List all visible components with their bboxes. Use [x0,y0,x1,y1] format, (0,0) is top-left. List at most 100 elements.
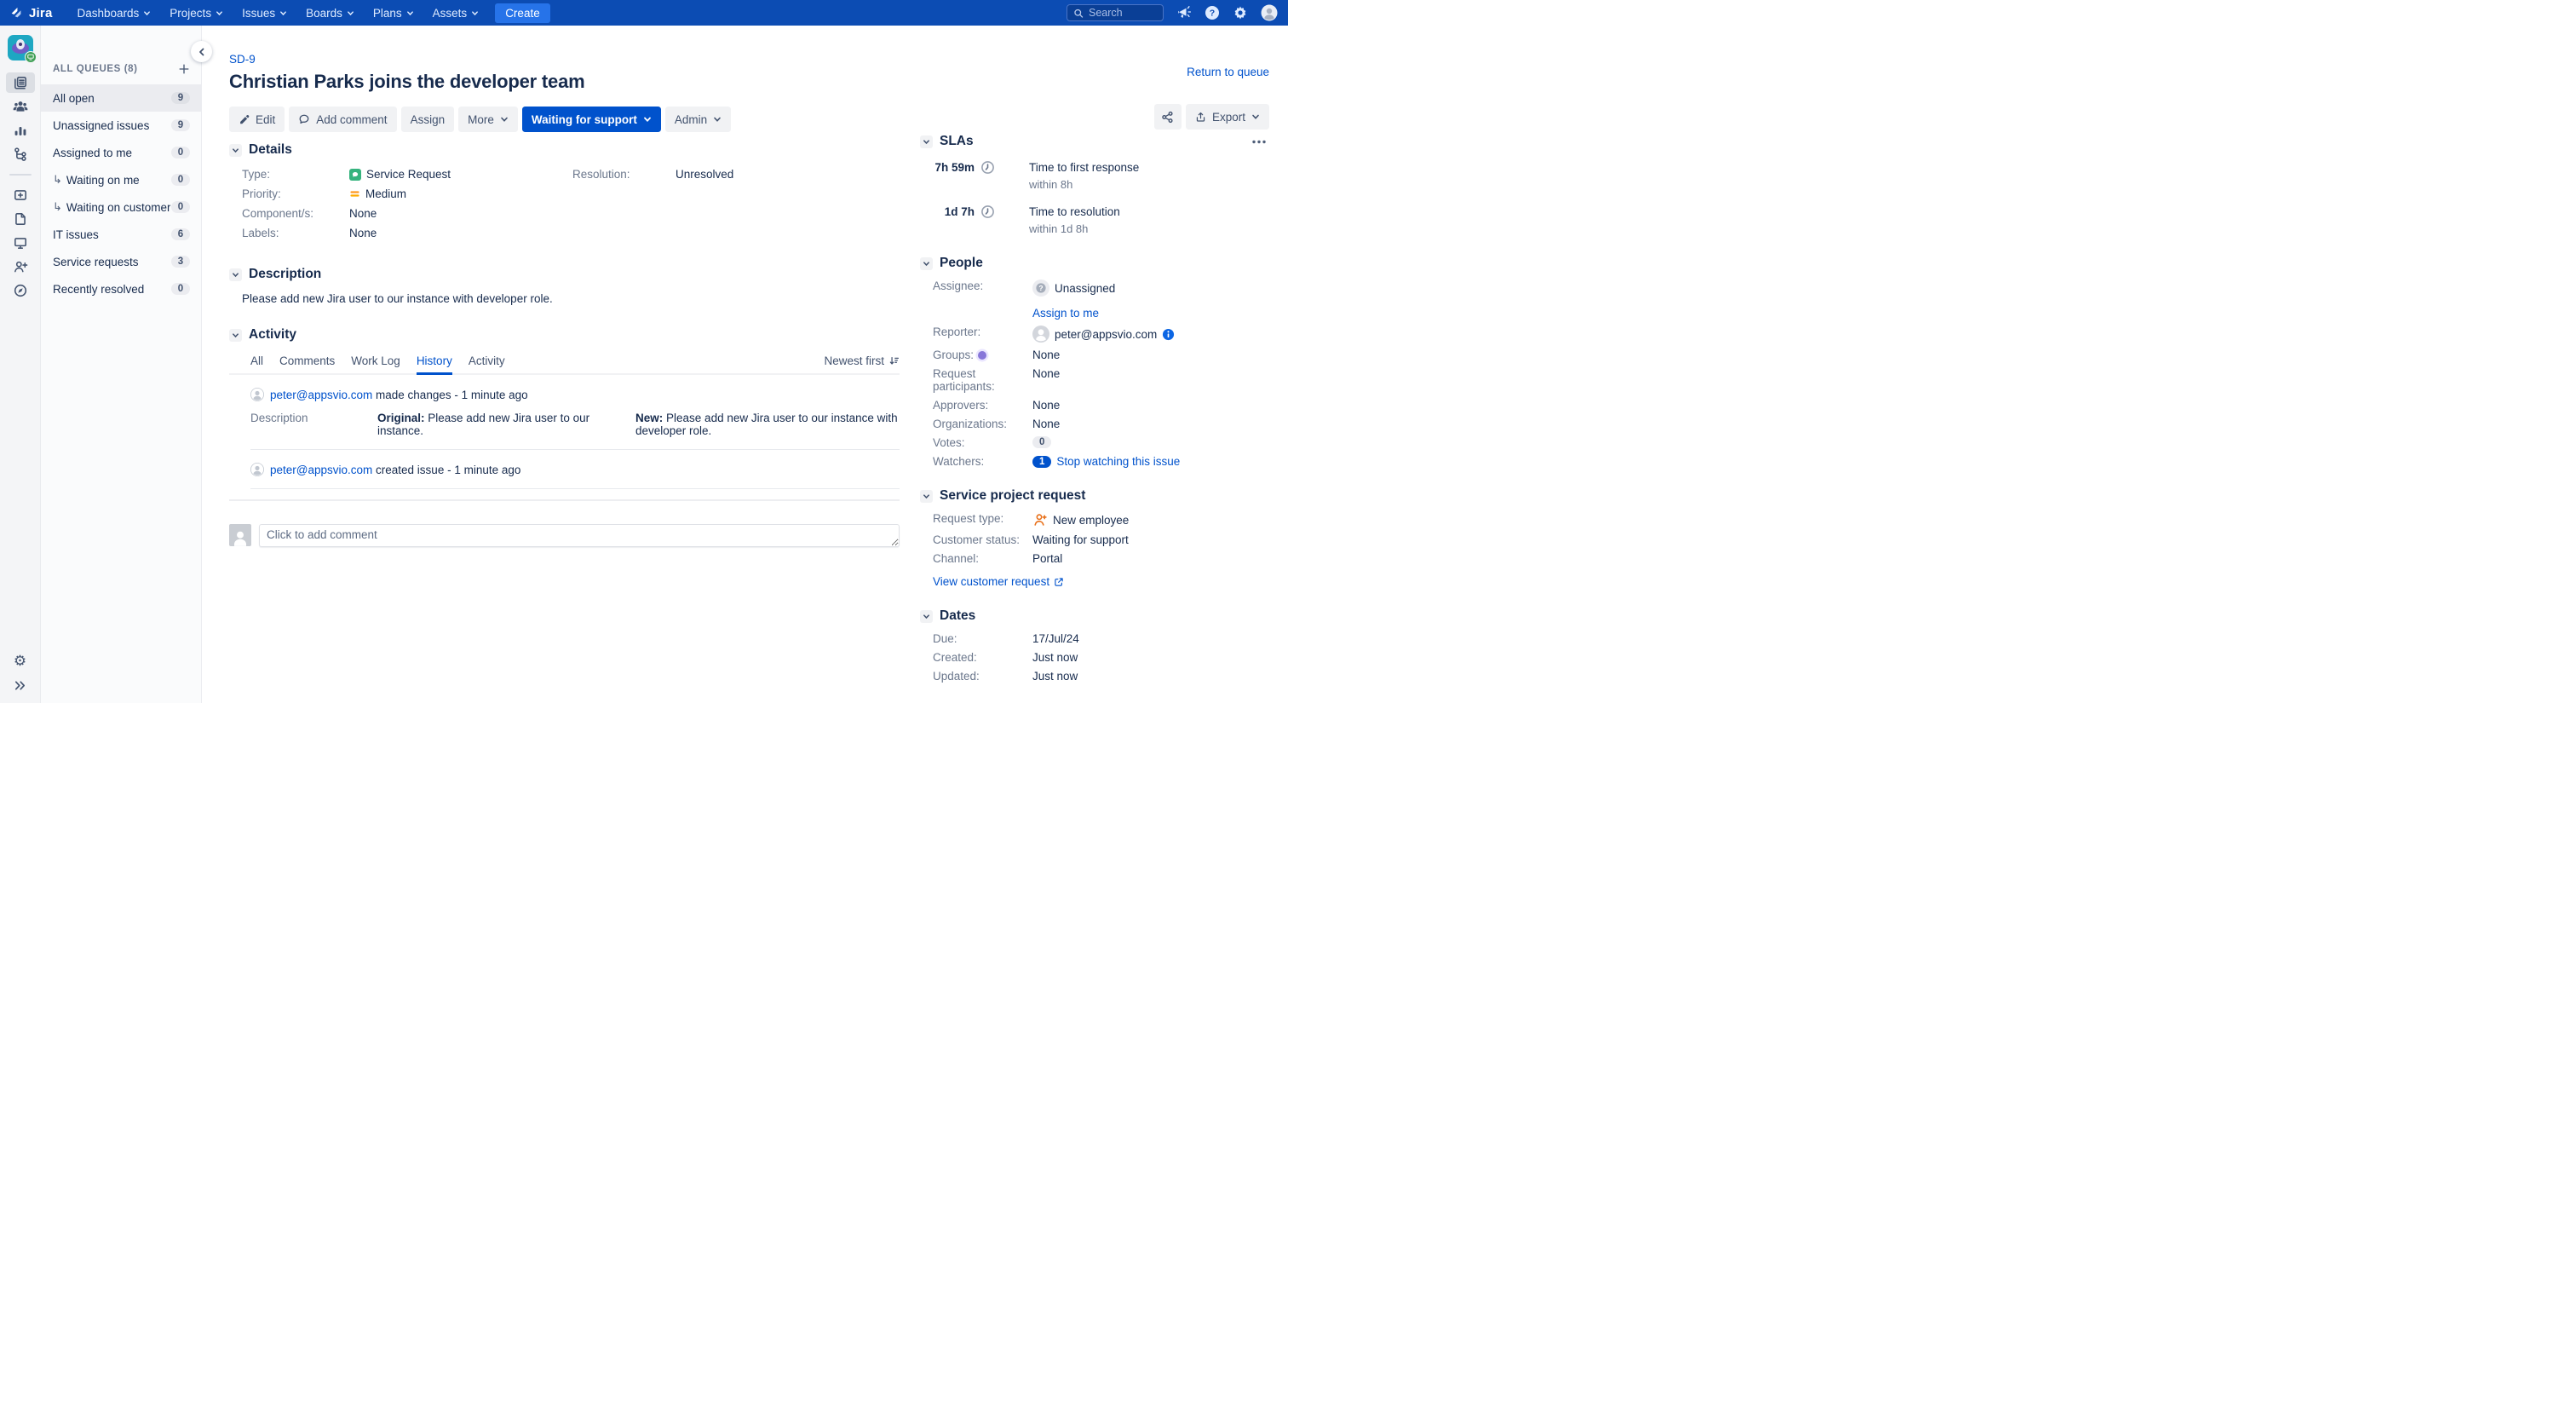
chevron-down-icon [643,117,651,123]
sidebar-collapse-button[interactable] [191,41,212,62]
people-collapse-button[interactable] [920,256,933,270]
help-button[interactable]: ? [1205,5,1220,20]
description-heading: Description [249,267,322,281]
invite-team-icon [14,261,27,273]
tab-comments[interactable]: Comments [279,354,335,373]
organizations-row: Organizations: None [933,418,1269,430]
export-icon [1196,112,1205,122]
announcements-button[interactable] [1176,5,1192,20]
rail-channels-button[interactable] [6,233,35,253]
channel-value: Portal [1032,552,1063,565]
global-search[interactable] [1067,4,1164,21]
subqueue-arrow-icon [53,200,62,214]
queue-item-assigned-to-me[interactable]: Assigned to me 0 [41,139,201,166]
queue-item-waiting-on-customer[interactable]: Waiting on customer 0 [41,193,201,221]
queue-count-badge: 3 [171,256,190,268]
return-to-queue-link[interactable]: Return to queue [1187,66,1269,78]
chevron-down-icon [280,11,287,16]
details-collapse-button[interactable] [229,143,242,157]
svg-text:?: ? [1038,284,1043,292]
participants-value: None [1032,367,1061,380]
nav-issues[interactable]: Issues [233,0,296,26]
description-collapse-button[interactable] [229,268,242,281]
search-input[interactable] [1089,7,1157,19]
assign-to-me-link[interactable]: Assign to me [1032,307,1099,320]
chevron-left-icon [198,48,204,55]
rail-queues-button[interactable] [5,72,35,93]
nav-boards[interactable]: Boards [296,0,364,26]
event-action: created issue - 1 minute ago [376,463,521,476]
sla-time-remaining: 7h 59m [934,161,975,174]
nav-projects[interactable]: Projects [160,0,233,26]
queue-item-unassigned[interactable]: Unassigned issues 9 [41,112,201,139]
queue-item-all-open[interactable]: All open 9 [41,84,201,112]
status-button[interactable]: Waiting for support [521,107,661,132]
event-user-link[interactable]: peter@appsvio.com [270,464,372,476]
approvers-row: Approvers: None [933,399,1269,412]
raise-request-icon [14,190,26,200]
watchers-badge[interactable]: 1 [1032,455,1052,468]
slas-collapse-button[interactable] [920,135,933,148]
activity-section: Activity All Comments Work Log History A… [229,327,900,547]
issue-key-link[interactable]: SD-9 [229,53,256,66]
tab-work-log[interactable]: Work Log [351,354,400,373]
votes-badge[interactable]: 0 [1032,436,1052,448]
project-settings-gear-icon[interactable]: ⚙ [14,654,26,668]
tab-history[interactable]: History [416,354,452,375]
compass-icon [14,284,26,297]
organizations-label: Organizations: [933,418,1008,430]
tab-activity[interactable]: Activity [469,354,505,373]
settings-button[interactable] [1233,5,1248,20]
details-section: Details Type: Service Request Priority: … [229,142,900,246]
sort-order-button[interactable]: Newest first [824,354,900,373]
rail-apps-button[interactable] [6,280,35,301]
stop-watching-link[interactable]: Stop watching this issue [1056,455,1180,468]
nav-plans[interactable]: Plans [364,0,423,26]
history-event: peter@appsvio.com created issue - 1 minu… [250,463,900,476]
nav-assets[interactable]: Assets [423,0,489,26]
nav-dashboards[interactable]: Dashboards [68,0,161,26]
rail-invite-team-button[interactable] [6,256,35,277]
rail-raise-request-button[interactable] [6,185,35,205]
edit-button[interactable]: Edit [229,107,285,132]
event-user-link[interactable]: peter@appsvio.com [270,389,372,401]
project-avatar[interactable] [7,35,37,63]
rail-customers-button[interactable] [6,96,35,117]
groups-app-icon[interactable] [978,350,987,360]
assign-button[interactable]: Assign [400,107,455,132]
monitor-badge-icon [26,54,34,61]
due-value: 17/Jul/24 [1032,632,1079,645]
activity-collapse-button[interactable] [229,328,242,342]
share-button[interactable] [1153,104,1182,130]
admin-button[interactable]: Admin [664,107,732,132]
more-button[interactable]: More [458,107,518,132]
chevron-down-icon [233,272,239,277]
chevron-down-icon [216,11,222,16]
resolution-label: Resolution: [572,168,630,181]
rail-reports-button[interactable] [6,120,35,141]
expand-rail-icon[interactable] [14,679,26,692]
view-customer-request-link[interactable]: View customer request [933,575,1049,588]
queue-count-badge: 0 [171,201,190,213]
slas-more-button[interactable] [1249,138,1269,146]
rail-knowledge-base-button[interactable] [6,209,35,229]
queue-item-service-requests[interactable]: Service requests 3 [41,248,201,275]
info-icon[interactable] [1162,328,1175,341]
rail-escalations-button[interactable] [6,144,35,164]
create-button[interactable]: Create [495,3,550,23]
dates-collapse-button[interactable] [920,609,933,623]
event-divider [250,488,900,489]
jira-logo[interactable]: Jira [9,5,53,20]
queue-item-waiting-on-me[interactable]: Waiting on me 0 [41,166,201,193]
add-comment-button[interactable]: Add comment [289,107,397,132]
chevron-down-icon [923,139,929,144]
clock-icon [980,160,995,175]
export-button[interactable]: Export [1185,104,1269,130]
user-avatar[interactable] [1261,4,1278,21]
queue-item-it-issues[interactable]: IT issues 6 [41,221,201,248]
add-queue-button[interactable] [178,63,190,75]
tab-all[interactable]: All [250,354,263,373]
queue-item-recently-resolved[interactable]: Recently resolved 0 [41,275,201,303]
comment-input[interactable] [259,524,900,547]
service-request-collapse-button[interactable] [920,489,933,503]
